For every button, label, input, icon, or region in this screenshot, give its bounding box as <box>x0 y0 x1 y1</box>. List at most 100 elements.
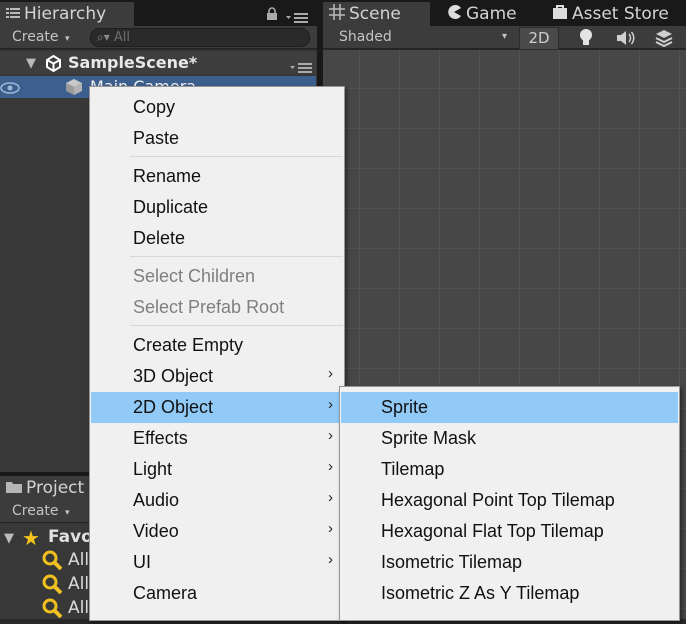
shading-mode-dropdown[interactable]: Shaded ▾ <box>339 29 507 45</box>
grid-icon <box>329 3 345 25</box>
tab-scene-label: Scene <box>349 4 401 24</box>
tab-asset-store[interactable]: Asset Store <box>546 2 669 26</box>
menu-item-rename[interactable]: Rename <box>91 161 343 192</box>
menu-item-label: Camera <box>133 583 198 603</box>
menu-item-label: Isometric Tilemap <box>381 552 523 572</box>
submenu-item-hex-point-top-tilemap[interactable]: Hexagonal Point Top Tilemap <box>341 485 678 516</box>
menu-item-audio[interactable]: Audio › <box>91 485 343 516</box>
menu-item-copy[interactable]: Copy <box>91 92 343 123</box>
lighting-toggle-icon[interactable] <box>578 28 594 50</box>
submenu-arrow-icon: › <box>328 520 333 537</box>
menu-item-label: Create Empty <box>133 335 244 355</box>
menu-item-video[interactable]: Video › <box>91 516 343 547</box>
menu-separator <box>130 256 343 257</box>
menu-item-label: Light <box>133 459 173 479</box>
tab-project[interactable]: Project <box>0 476 100 500</box>
dropdown-arrow-icon: ▾ <box>64 508 70 518</box>
submenu-arrow-icon: › <box>328 489 333 506</box>
dropdown-arrow-icon: ▾ <box>501 31 507 42</box>
tab-hierarchy-label: Hierarchy <box>24 4 107 24</box>
shopping-bag-icon <box>552 4 568 25</box>
lock-icon[interactable] <box>266 6 278 25</box>
submenu-arrow-icon: › <box>328 396 333 413</box>
submenu-item-isometric-tilemap[interactable]: Isometric Tilemap <box>341 547 678 578</box>
tab-game-label: Game <box>466 4 517 24</box>
tab-project-label: Project <box>26 478 85 498</box>
context-menu: Copy Paste Rename Duplicate Delete Selec… <box>89 86 345 621</box>
tab-game[interactable]: Game <box>440 2 517 26</box>
magnifier-icon <box>42 550 64 576</box>
submenu-item-sprite[interactable]: Sprite <box>341 392 678 423</box>
menu-item-light[interactable]: Light › <box>91 454 343 485</box>
menu-item-camera[interactable]: Camera <box>91 578 343 609</box>
menu-item-duplicate[interactable]: Duplicate <box>91 192 343 223</box>
toggle-2d-button[interactable]: 2D <box>519 27 559 50</box>
menu-item-2d-object[interactable]: 2D Object › <box>91 392 343 423</box>
panel-menu-icon[interactable] <box>286 8 310 27</box>
effects-toggle-icon[interactable] <box>654 29 674 51</box>
star-icon: ★ <box>22 526 40 550</box>
list-icon <box>6 4 20 24</box>
menu-item-label: UI <box>133 552 151 572</box>
tab-scene[interactable]: Scene <box>323 2 430 26</box>
submenu-item-hex-flat-top-tilemap[interactable]: Hexagonal Flat Top Tilemap <box>341 516 678 547</box>
menu-item-label: Copy <box>133 97 176 117</box>
submenu-item-tilemap[interactable]: Tilemap <box>341 454 678 485</box>
menu-item-label: Paste <box>133 128 180 148</box>
project-create-button[interactable]: Create ▾ <box>12 503 70 519</box>
menu-item-select-prefab-root: Select Prefab Root <box>91 292 343 323</box>
magnifier-icon <box>42 598 64 624</box>
menu-item-label: Tilemap <box>381 459 445 479</box>
hierarchy-search-input[interactable]: ⌕▾ All <box>90 28 310 47</box>
hierarchy-create-button[interactable]: Create ▾ <box>12 29 70 45</box>
project-create-label: Create <box>12 503 59 519</box>
eye-visibility-icon[interactable] <box>0 80 20 99</box>
folder-icon <box>6 478 22 498</box>
menu-item-label: Sprite <box>381 397 429 417</box>
submenu-arrow-icon: › <box>328 551 333 568</box>
menu-item-delete[interactable]: Delete <box>91 223 343 254</box>
menu-separator <box>130 325 343 326</box>
submenu-2d-object: Sprite Sprite Mask Tilemap Hexagonal Poi… <box>339 386 680 621</box>
menu-item-label: Hexagonal Point Top Tilemap <box>381 490 615 510</box>
tab-hierarchy[interactable]: Hierarchy <box>0 2 134 26</box>
submenu-arrow-icon: › <box>328 458 333 475</box>
foldout-arrow-icon[interactable]: ▼ <box>26 56 36 71</box>
submenu-arrow-icon: › <box>328 427 333 444</box>
scene-menu-icon[interactable] <box>290 58 312 77</box>
search-icon: ⌕▾ <box>97 30 110 44</box>
dropdown-arrow-icon: ▾ <box>64 34 70 44</box>
menu-item-label: Duplicate <box>133 197 209 217</box>
menu-item-label: Hexagonal Flat Top Tilemap <box>381 521 604 541</box>
unity-logo-icon <box>45 54 62 76</box>
menu-item-label: Select Children <box>133 266 256 286</box>
menu-item-create-empty[interactable]: Create Empty <box>91 330 343 361</box>
search-placeholder: All <box>113 30 131 45</box>
menu-item-label: Delete <box>133 228 186 248</box>
submenu-arrow-icon: › <box>328 365 333 382</box>
menu-item-effects[interactable]: Effects › <box>91 423 343 454</box>
submenu-item-sprite-mask[interactable]: Sprite Mask <box>341 423 678 454</box>
menu-item-select-children: Select Children <box>91 261 343 292</box>
menu-item-label: Sprite Mask <box>381 428 477 448</box>
shading-mode-label: Shaded <box>339 29 392 45</box>
menu-item-label: 2D Object <box>133 397 214 417</box>
menu-item-label: Effects <box>133 428 188 448</box>
menu-separator <box>130 156 343 157</box>
audio-toggle-icon[interactable] <box>616 30 636 50</box>
cube-icon <box>65 78 83 100</box>
tab-asset-store-label: Asset Store <box>572 4 669 24</box>
menu-item-ui[interactable]: UI › <box>91 547 343 578</box>
toggle-2d-label: 2D <box>528 29 550 47</box>
menu-item-paste[interactable]: Paste <box>91 123 343 154</box>
menu-item-label: Isometric Z As Y Tilemap <box>381 583 580 603</box>
menu-item-3d-object[interactable]: 3D Object › <box>91 361 343 392</box>
menu-item-label: Audio <box>133 490 180 510</box>
magnifier-icon <box>42 574 64 600</box>
menu-item-label: Select Prefab Root <box>133 297 285 317</box>
foldout-arrow-icon[interactable]: ▼ <box>4 531 14 546</box>
menu-item-label: Video <box>133 521 179 541</box>
submenu-item-isometric-z-as-y-tilemap[interactable]: Isometric Z As Y Tilemap <box>341 578 678 609</box>
menu-item-label: 3D Object <box>133 366 214 386</box>
hierarchy-create-label: Create <box>12 29 59 45</box>
